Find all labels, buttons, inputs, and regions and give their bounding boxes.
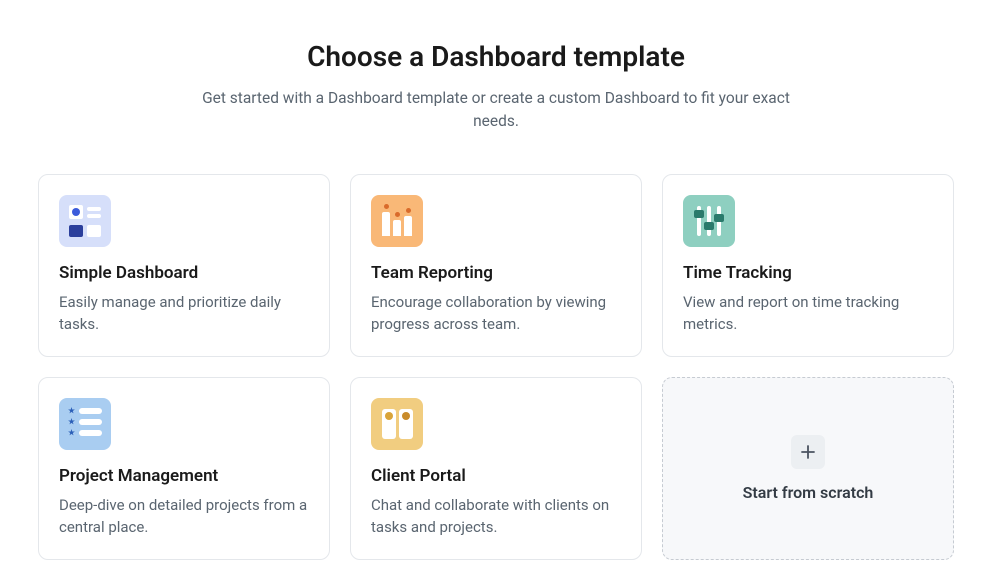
template-description: Encourage collaboration by viewing progr… bbox=[371, 291, 621, 336]
template-card-time-tracking[interactable]: Time Tracking View and report on time tr… bbox=[662, 174, 954, 357]
plus-icon bbox=[791, 435, 825, 469]
bar-chart-icon bbox=[371, 195, 423, 247]
client-portal-icon bbox=[371, 398, 423, 450]
template-description: View and report on time tracking metrics… bbox=[683, 291, 933, 336]
template-title: Time Tracking bbox=[683, 263, 933, 283]
template-description: Deep-dive on detailed projects from a ce… bbox=[59, 494, 309, 539]
page-title: Choose a Dashboard template bbox=[38, 40, 954, 73]
start-from-scratch-card[interactable]: Start from scratch bbox=[662, 377, 954, 560]
template-card-team-reporting[interactable]: Team Reporting Encourage collaboration b… bbox=[350, 174, 642, 357]
template-title: Team Reporting bbox=[371, 263, 621, 283]
task-list-icon bbox=[59, 398, 111, 450]
template-card-project-management[interactable]: Project Management Deep-dive on detailed… bbox=[38, 377, 330, 560]
template-picker-header: Choose a Dashboard template Get started … bbox=[38, 40, 954, 134]
dashboard-widgets-icon bbox=[59, 195, 111, 247]
template-title: Simple Dashboard bbox=[59, 263, 309, 283]
template-title: Client Portal bbox=[371, 466, 621, 486]
template-grid: Simple Dashboard Easily manage and prior… bbox=[38, 174, 954, 560]
template-title: Project Management bbox=[59, 466, 309, 486]
start-from-scratch-label: Start from scratch bbox=[743, 483, 874, 502]
template-description: Chat and collaborate with clients on tas… bbox=[371, 494, 621, 539]
sliders-icon bbox=[683, 195, 735, 247]
template-card-simple-dashboard[interactable]: Simple Dashboard Easily manage and prior… bbox=[38, 174, 330, 357]
template-description: Easily manage and prioritize daily tasks… bbox=[59, 291, 309, 336]
page-subtitle: Get started with a Dashboard template or… bbox=[201, 87, 791, 134]
template-card-client-portal[interactable]: Client Portal Chat and collaborate with … bbox=[350, 377, 642, 560]
